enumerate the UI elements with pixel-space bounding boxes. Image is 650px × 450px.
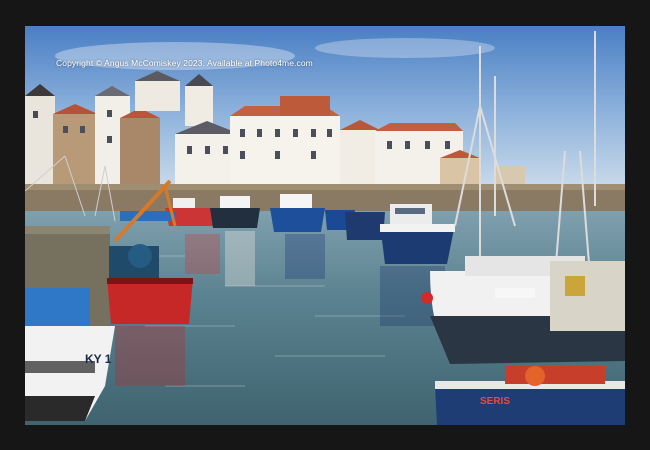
cloud (315, 38, 495, 58)
picture-frame: KY 1 SERIS Copyright © Angus McComiskey … (0, 0, 650, 450)
harbour-scene: KY 1 SERIS (25, 26, 625, 425)
left-boat-registration: KY 1 (85, 352, 112, 366)
harbour-photo: KY 1 SERIS Copyright © Angus McComiskey … (25, 26, 625, 425)
copyright-watermark: Copyright © Angus McComiskey 2023. Avail… (56, 58, 313, 68)
white-trawler-right (421, 256, 625, 364)
right-boat-registration: SERIS (480, 396, 510, 407)
